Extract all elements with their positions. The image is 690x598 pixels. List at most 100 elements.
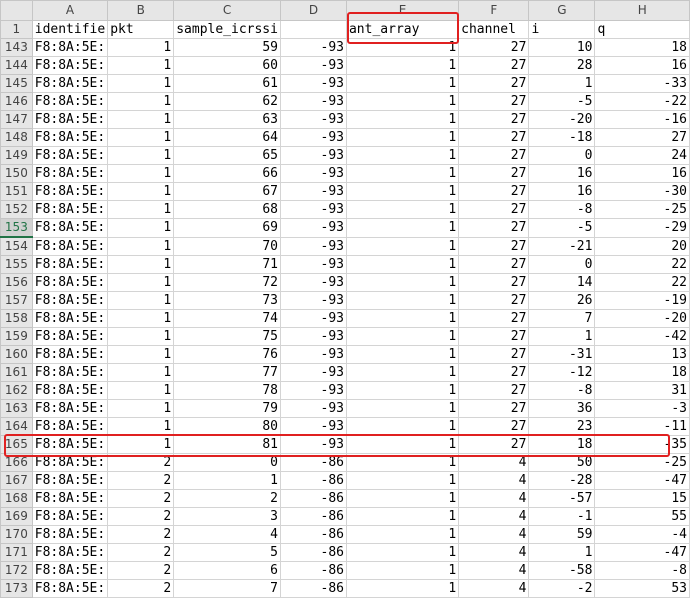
row-header[interactable]: 144 — [0, 56, 33, 75]
cell-g[interactable]: 1 — [528, 543, 596, 562]
cell-c[interactable]: 81 — [173, 435, 281, 454]
cell-g[interactable]: 14 — [528, 273, 596, 292]
cell-g[interactable]: 7 — [528, 309, 596, 328]
cell-g[interactable]: -21 — [528, 236, 596, 256]
cell-c[interactable]: 2 — [173, 489, 281, 508]
cell-f[interactable]: 27 — [458, 92, 530, 111]
column-header-a[interactable]: A — [31, 0, 109, 21]
cell-b[interactable]: 1 — [107, 164, 175, 183]
cell-b[interactable]: 1 — [107, 182, 175, 201]
cell-g[interactable]: 10 — [528, 38, 596, 57]
cell-g[interactable]: 36 — [528, 399, 596, 418]
cell-a[interactable]: F8:8A:5E: — [31, 236, 109, 256]
row-header[interactable]: 163 — [0, 399, 33, 418]
cell-d[interactable]: -93 — [279, 164, 347, 183]
cell-d[interactable]: -93 — [279, 363, 347, 382]
cell-d[interactable]: -93 — [279, 92, 347, 111]
cell-d[interactable]: -93 — [279, 381, 347, 400]
cell-d[interactable]: -86 — [279, 489, 347, 508]
cell-f[interactable]: 27 — [458, 309, 530, 328]
column-header-d[interactable]: D — [279, 0, 347, 21]
cell-e[interactable]: 1 — [345, 236, 460, 256]
cell-h[interactable]: 22 — [594, 273, 690, 292]
cell-c[interactable]: 70 — [173, 236, 281, 256]
cell-g[interactable]: -12 — [528, 363, 596, 382]
cell-c[interactable]: 68 — [173, 200, 281, 219]
cell-b[interactable]: 1 — [107, 92, 175, 111]
cell-e[interactable]: 1 — [345, 273, 460, 292]
cell-f[interactable]: 4 — [458, 471, 530, 490]
cell-f[interactable]: 27 — [458, 218, 530, 238]
cell-e[interactable]: 1 — [345, 164, 460, 183]
cell-a[interactable]: F8:8A:5E: — [31, 291, 109, 310]
cell-h[interactable]: -47 — [594, 471, 690, 490]
cell-g[interactable]: -58 — [528, 561, 596, 580]
row-header[interactable]: 164 — [0, 417, 33, 436]
cell-header-identifier[interactable]: identifie — [31, 20, 109, 39]
row-header[interactable]: 148 — [0, 128, 33, 147]
cell-c[interactable]: 73 — [173, 291, 281, 310]
cell-header-q[interactable]: q — [594, 20, 690, 39]
cell-a[interactable]: F8:8A:5E: — [31, 399, 109, 418]
cell-b[interactable]: 2 — [107, 507, 175, 526]
cell-b[interactable]: 1 — [107, 255, 175, 274]
cell-h[interactable]: 18 — [594, 363, 690, 382]
cell-b[interactable]: 1 — [107, 363, 175, 382]
cell-h[interactable]: -35 — [594, 435, 690, 454]
cell-g[interactable]: 16 — [528, 182, 596, 201]
row-header[interactable]: 173 — [0, 579, 33, 598]
cell-a[interactable]: F8:8A:5E: — [31, 218, 109, 238]
cell-h[interactable]: 53 — [594, 579, 690, 598]
cell-d[interactable]: -93 — [279, 56, 347, 75]
cell-a[interactable]: F8:8A:5E: — [31, 255, 109, 274]
cell-b[interactable]: 1 — [107, 417, 175, 436]
cell-d[interactable]: -93 — [279, 309, 347, 328]
cell-c[interactable]: 80 — [173, 417, 281, 436]
cell-h[interactable]: 24 — [594, 146, 690, 165]
cell-e[interactable]: 1 — [345, 507, 460, 526]
cell-f[interactable]: 27 — [458, 399, 530, 418]
cell-d[interactable]: -93 — [279, 255, 347, 274]
row-header[interactable]: 159 — [0, 327, 33, 346]
cell-a[interactable]: F8:8A:5E: — [31, 345, 109, 364]
column-header-h[interactable]: H — [594, 0, 690, 21]
cell-f[interactable]: 27 — [458, 200, 530, 219]
cell-e[interactable]: 1 — [345, 345, 460, 364]
cell-h[interactable]: 13 — [594, 345, 690, 364]
row-header[interactable]: 170 — [0, 525, 33, 544]
cell-f[interactable]: 27 — [458, 164, 530, 183]
cell-g[interactable]: -1 — [528, 507, 596, 526]
cell-a[interactable]: F8:8A:5E: — [31, 381, 109, 400]
cell-c[interactable]: 62 — [173, 92, 281, 111]
cell-h[interactable]: -42 — [594, 327, 690, 346]
cell-e[interactable]: 1 — [345, 489, 460, 508]
cell-b[interactable]: 2 — [107, 525, 175, 544]
cell-c[interactable]: 0 — [173, 453, 281, 472]
cell-b[interactable]: 2 — [107, 579, 175, 598]
cell-d[interactable]: -86 — [279, 543, 347, 562]
cell-a[interactable]: F8:8A:5E: — [31, 38, 109, 57]
cell-a[interactable]: F8:8A:5E: — [31, 146, 109, 165]
cell-f[interactable]: 27 — [458, 345, 530, 364]
cell-d[interactable]: -93 — [279, 128, 347, 147]
cell-g[interactable]: -18 — [528, 128, 596, 147]
cell-b[interactable]: 1 — [107, 110, 175, 129]
cell-c[interactable]: 59 — [173, 38, 281, 57]
cell-g[interactable]: -20 — [528, 110, 596, 129]
cell-d[interactable]: -93 — [279, 399, 347, 418]
cell-d[interactable]: -93 — [279, 345, 347, 364]
cell-c[interactable]: 60 — [173, 56, 281, 75]
cell-e[interactable]: 1 — [345, 363, 460, 382]
cell-d[interactable]: -93 — [279, 146, 347, 165]
cell-h[interactable]: 15 — [594, 489, 690, 508]
cell-e[interactable]: 1 — [345, 543, 460, 562]
cell-e[interactable]: 1 — [345, 471, 460, 490]
cell-c[interactable]: 3 — [173, 507, 281, 526]
cell-c[interactable]: 5 — [173, 543, 281, 562]
cell-a[interactable]: F8:8A:5E: — [31, 471, 109, 490]
cell-b[interactable]: 1 — [107, 435, 175, 454]
column-header-g[interactable]: G — [528, 0, 596, 21]
row-header[interactable]: 154 — [0, 236, 33, 256]
row-header[interactable]: 157 — [0, 291, 33, 310]
cell-c[interactable]: 72 — [173, 273, 281, 292]
